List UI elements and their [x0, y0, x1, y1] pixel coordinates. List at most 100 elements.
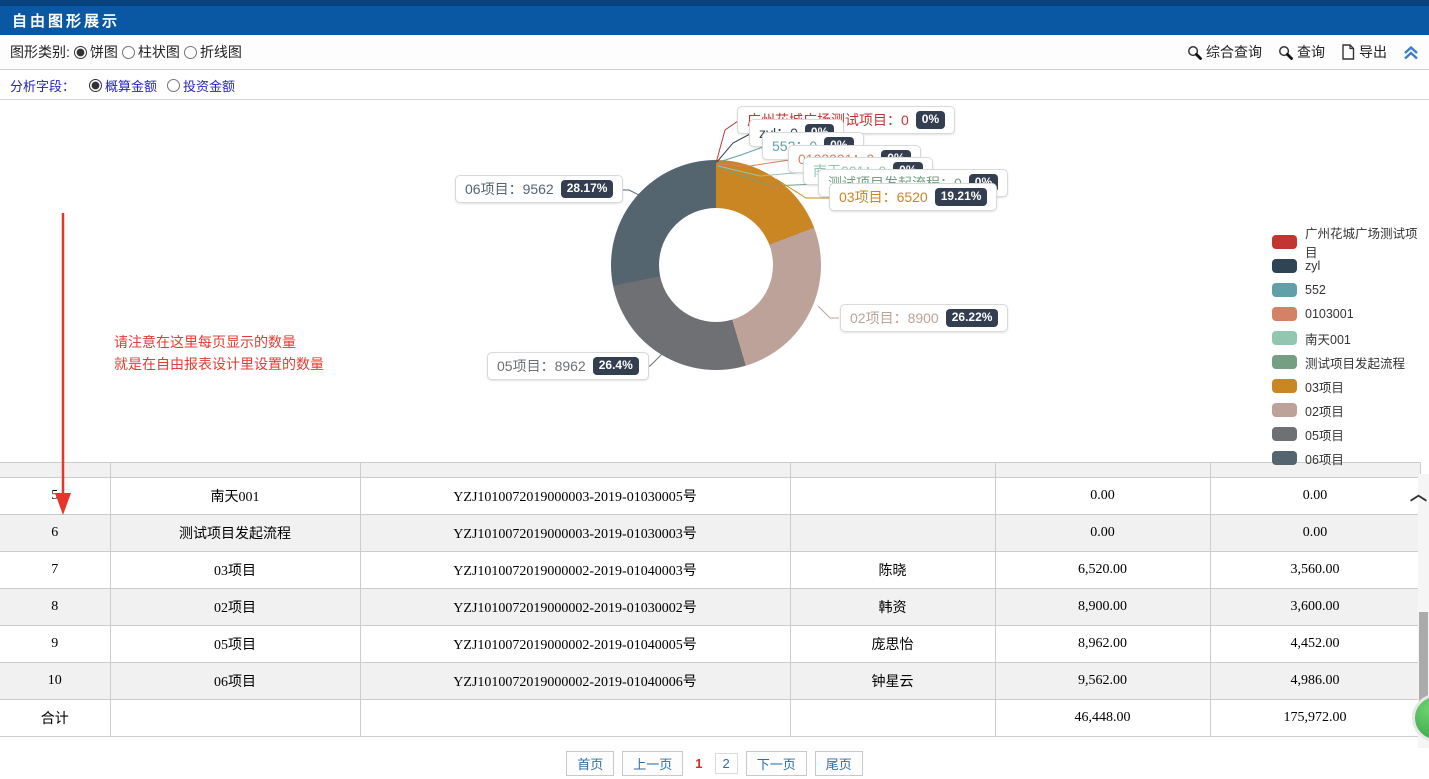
- combined-query-button[interactable]: 综合查询: [1187, 42, 1262, 62]
- free-graphics-page: 自由图形展示 图形类别: 饼图 柱状图 折线图 综合查询: [0, 0, 1429, 779]
- invest-radio[interactable]: [167, 79, 180, 92]
- data-table-region: 5南天001YZJ1010072019000003-2019-01030005号…: [0, 462, 1429, 748]
- pie-label-percent-badge: 28.17%: [561, 180, 614, 197]
- pagination-bar: 首页上一页 12 下一页尾页: [0, 748, 1429, 779]
- bar-radio[interactable]: [122, 46, 135, 59]
- pie-label-percent-badge: 19.21%: [935, 188, 988, 205]
- legend-label: 02项目: [1305, 401, 1344, 420]
- legend-swatch: [1272, 259, 1297, 273]
- table-row-partial: [0, 463, 1420, 478]
- line-radio[interactable]: [184, 46, 197, 59]
- cell-invest-amount: 4,986.00: [1210, 663, 1420, 700]
- scroll-up-icon[interactable]: ︿: [1410, 480, 1427, 505]
- pie-label-percent-badge: 26.22%: [946, 309, 999, 326]
- pie-label-text: 03项目：6520: [839, 187, 928, 207]
- legend-label: 测试项目发起流程: [1305, 353, 1405, 372]
- cell-person: 钟星云: [790, 663, 995, 700]
- legend-label: zyl: [1305, 259, 1320, 273]
- search-icon: [1187, 45, 1202, 60]
- cell-code: [360, 700, 790, 737]
- cell-estimate-amount: 8,900.00: [995, 589, 1210, 626]
- legend-item-9[interactable]: 05项目: [1272, 422, 1429, 446]
- cell-invest-amount: 3,600.00: [1210, 589, 1420, 626]
- cell-estimate-amount: 9,562.00: [995, 663, 1210, 700]
- legend-swatch: [1272, 379, 1297, 393]
- cell-code: YZJ1010072019000002-2019-01040003号: [360, 552, 790, 589]
- table-row[interactable]: 905项目YZJ1010072019000002-2019-01040005号庞…: [0, 626, 1420, 663]
- next-page-button[interactable]: 下一页: [746, 751, 807, 776]
- legend-swatch: [1272, 355, 1297, 369]
- chart-type-line[interactable]: 折线图: [184, 42, 242, 62]
- prev-page-button[interactable]: 上一页: [622, 751, 683, 776]
- chart-legend: 广州花城广场测试项目 zyl 552 0103001 南天001 测试项目发起流程 03项目…: [1272, 230, 1429, 470]
- legend-item-1[interactable]: 广州花城广场测试项目: [1272, 230, 1429, 254]
- table-row[interactable]: 6测试项目发起流程YZJ1010072019000003-2019-010300…: [0, 515, 1420, 552]
- legend-item-8[interactable]: 02项目: [1272, 398, 1429, 422]
- pie-label-9: 05项目：896226.4%: [487, 352, 649, 380]
- field-estimate-amount[interactable]: 概算金额: [89, 76, 157, 95]
- analysis-field-bar: 分析字段： 概算金额 投资金额: [0, 71, 1429, 100]
- cell-person: 韩资: [790, 589, 995, 626]
- cell-person: [790, 478, 995, 515]
- table-row-total[interactable]: 合计46,448.00175,972.00: [0, 700, 1420, 737]
- first-page-button[interactable]: 首页: [566, 751, 614, 776]
- query-button[interactable]: 查询: [1278, 42, 1325, 62]
- legend-label: 03项目: [1305, 377, 1344, 396]
- pie-label-7: 03项目：6520 19.21%: [829, 183, 997, 211]
- cell-code: YZJ1010072019000002-2019-01040005号: [360, 626, 790, 663]
- cell-estimate-amount: 6,520.00: [995, 552, 1210, 589]
- data-table: 5南天001YZJ1010072019000003-2019-01030005号…: [0, 462, 1421, 737]
- table-row[interactable]: 703项目YZJ1010072019000002-2019-01040003号陈…: [0, 552, 1420, 589]
- cell-invest-amount: 0.00: [1210, 515, 1420, 552]
- cell-invest-amount: 0.00: [1210, 478, 1420, 515]
- table-row[interactable]: 5南天001YZJ1010072019000003-2019-01030005号…: [0, 478, 1420, 515]
- last-page-button[interactable]: 尾页: [815, 751, 863, 776]
- legend-item-10[interactable]: 06项目: [1272, 446, 1429, 470]
- cell-person: [790, 515, 995, 552]
- legend-swatch: [1272, 427, 1297, 441]
- analysis-field-label: 分析字段：: [10, 76, 75, 95]
- red-arrow-annotation: [55, 213, 71, 515]
- chart-type-toolbar: 图形类别: 饼图 柱状图 折线图 综合查询 查询: [0, 35, 1429, 70]
- title-bar: 自由图形展示: [0, 6, 1429, 35]
- legend-item-7[interactable]: 03项目: [1272, 374, 1429, 398]
- export-button[interactable]: 导出: [1341, 42, 1387, 62]
- chart-type-bar[interactable]: 柱状图: [122, 42, 180, 62]
- chart-type-pie[interactable]: 饼图: [74, 42, 118, 62]
- export-icon: [1341, 44, 1355, 60]
- cell-no: 10: [0, 663, 110, 700]
- pie-label-8: 02项目：890026.22%: [840, 304, 1008, 332]
- cell-no: 合计: [0, 700, 110, 737]
- legend-swatch: [1272, 403, 1297, 417]
- page-title: 自由图形展示: [12, 10, 120, 31]
- table-row[interactable]: 1006项目YZJ1010072019000002-2019-01040006号…: [0, 663, 1420, 700]
- estimate-radio[interactable]: [89, 79, 102, 92]
- pie-radio[interactable]: [74, 46, 87, 59]
- search-icon: [1278, 45, 1293, 60]
- legend-item-4[interactable]: 0103001: [1272, 302, 1429, 326]
- legend-item-5[interactable]: 南天001: [1272, 326, 1429, 350]
- pie-label-text: 06项目：9562: [465, 179, 554, 199]
- current-page-indicator[interactable]: 1: [691, 754, 706, 773]
- cell-project-name: 06项目: [110, 663, 360, 700]
- chart-type-label: 图形类别:: [10, 42, 70, 62]
- field-invest-amount[interactable]: 投资金额: [167, 76, 235, 95]
- legend-item-3[interactable]: 552: [1272, 278, 1429, 302]
- page-number-button[interactable]: 2: [715, 753, 738, 774]
- legend-label: 0103001: [1305, 307, 1354, 321]
- cell-estimate-amount: 0.00: [995, 515, 1210, 552]
- cell-person: 陈晓: [790, 552, 995, 589]
- cell-invest-amount: 3,560.00: [1210, 552, 1420, 589]
- legend-swatch: [1272, 307, 1297, 321]
- cell-no: 7: [0, 552, 110, 589]
- legend-item-6[interactable]: 测试项目发起流程: [1272, 350, 1429, 374]
- chevron-up-double-icon[interactable]: [1403, 45, 1419, 60]
- legend-swatch: [1272, 451, 1297, 465]
- legend-label: 552: [1305, 283, 1326, 297]
- cell-invest-amount: 4,452.00: [1210, 626, 1420, 663]
- legend-label: 05项目: [1305, 425, 1344, 444]
- table-row[interactable]: 802项目YZJ1010072019000002-2019-01030002号韩…: [0, 589, 1420, 626]
- cell-project-name: 05项目: [110, 626, 360, 663]
- pie-label-text: 05项目：8962: [497, 356, 586, 376]
- cell-person: [790, 700, 995, 737]
